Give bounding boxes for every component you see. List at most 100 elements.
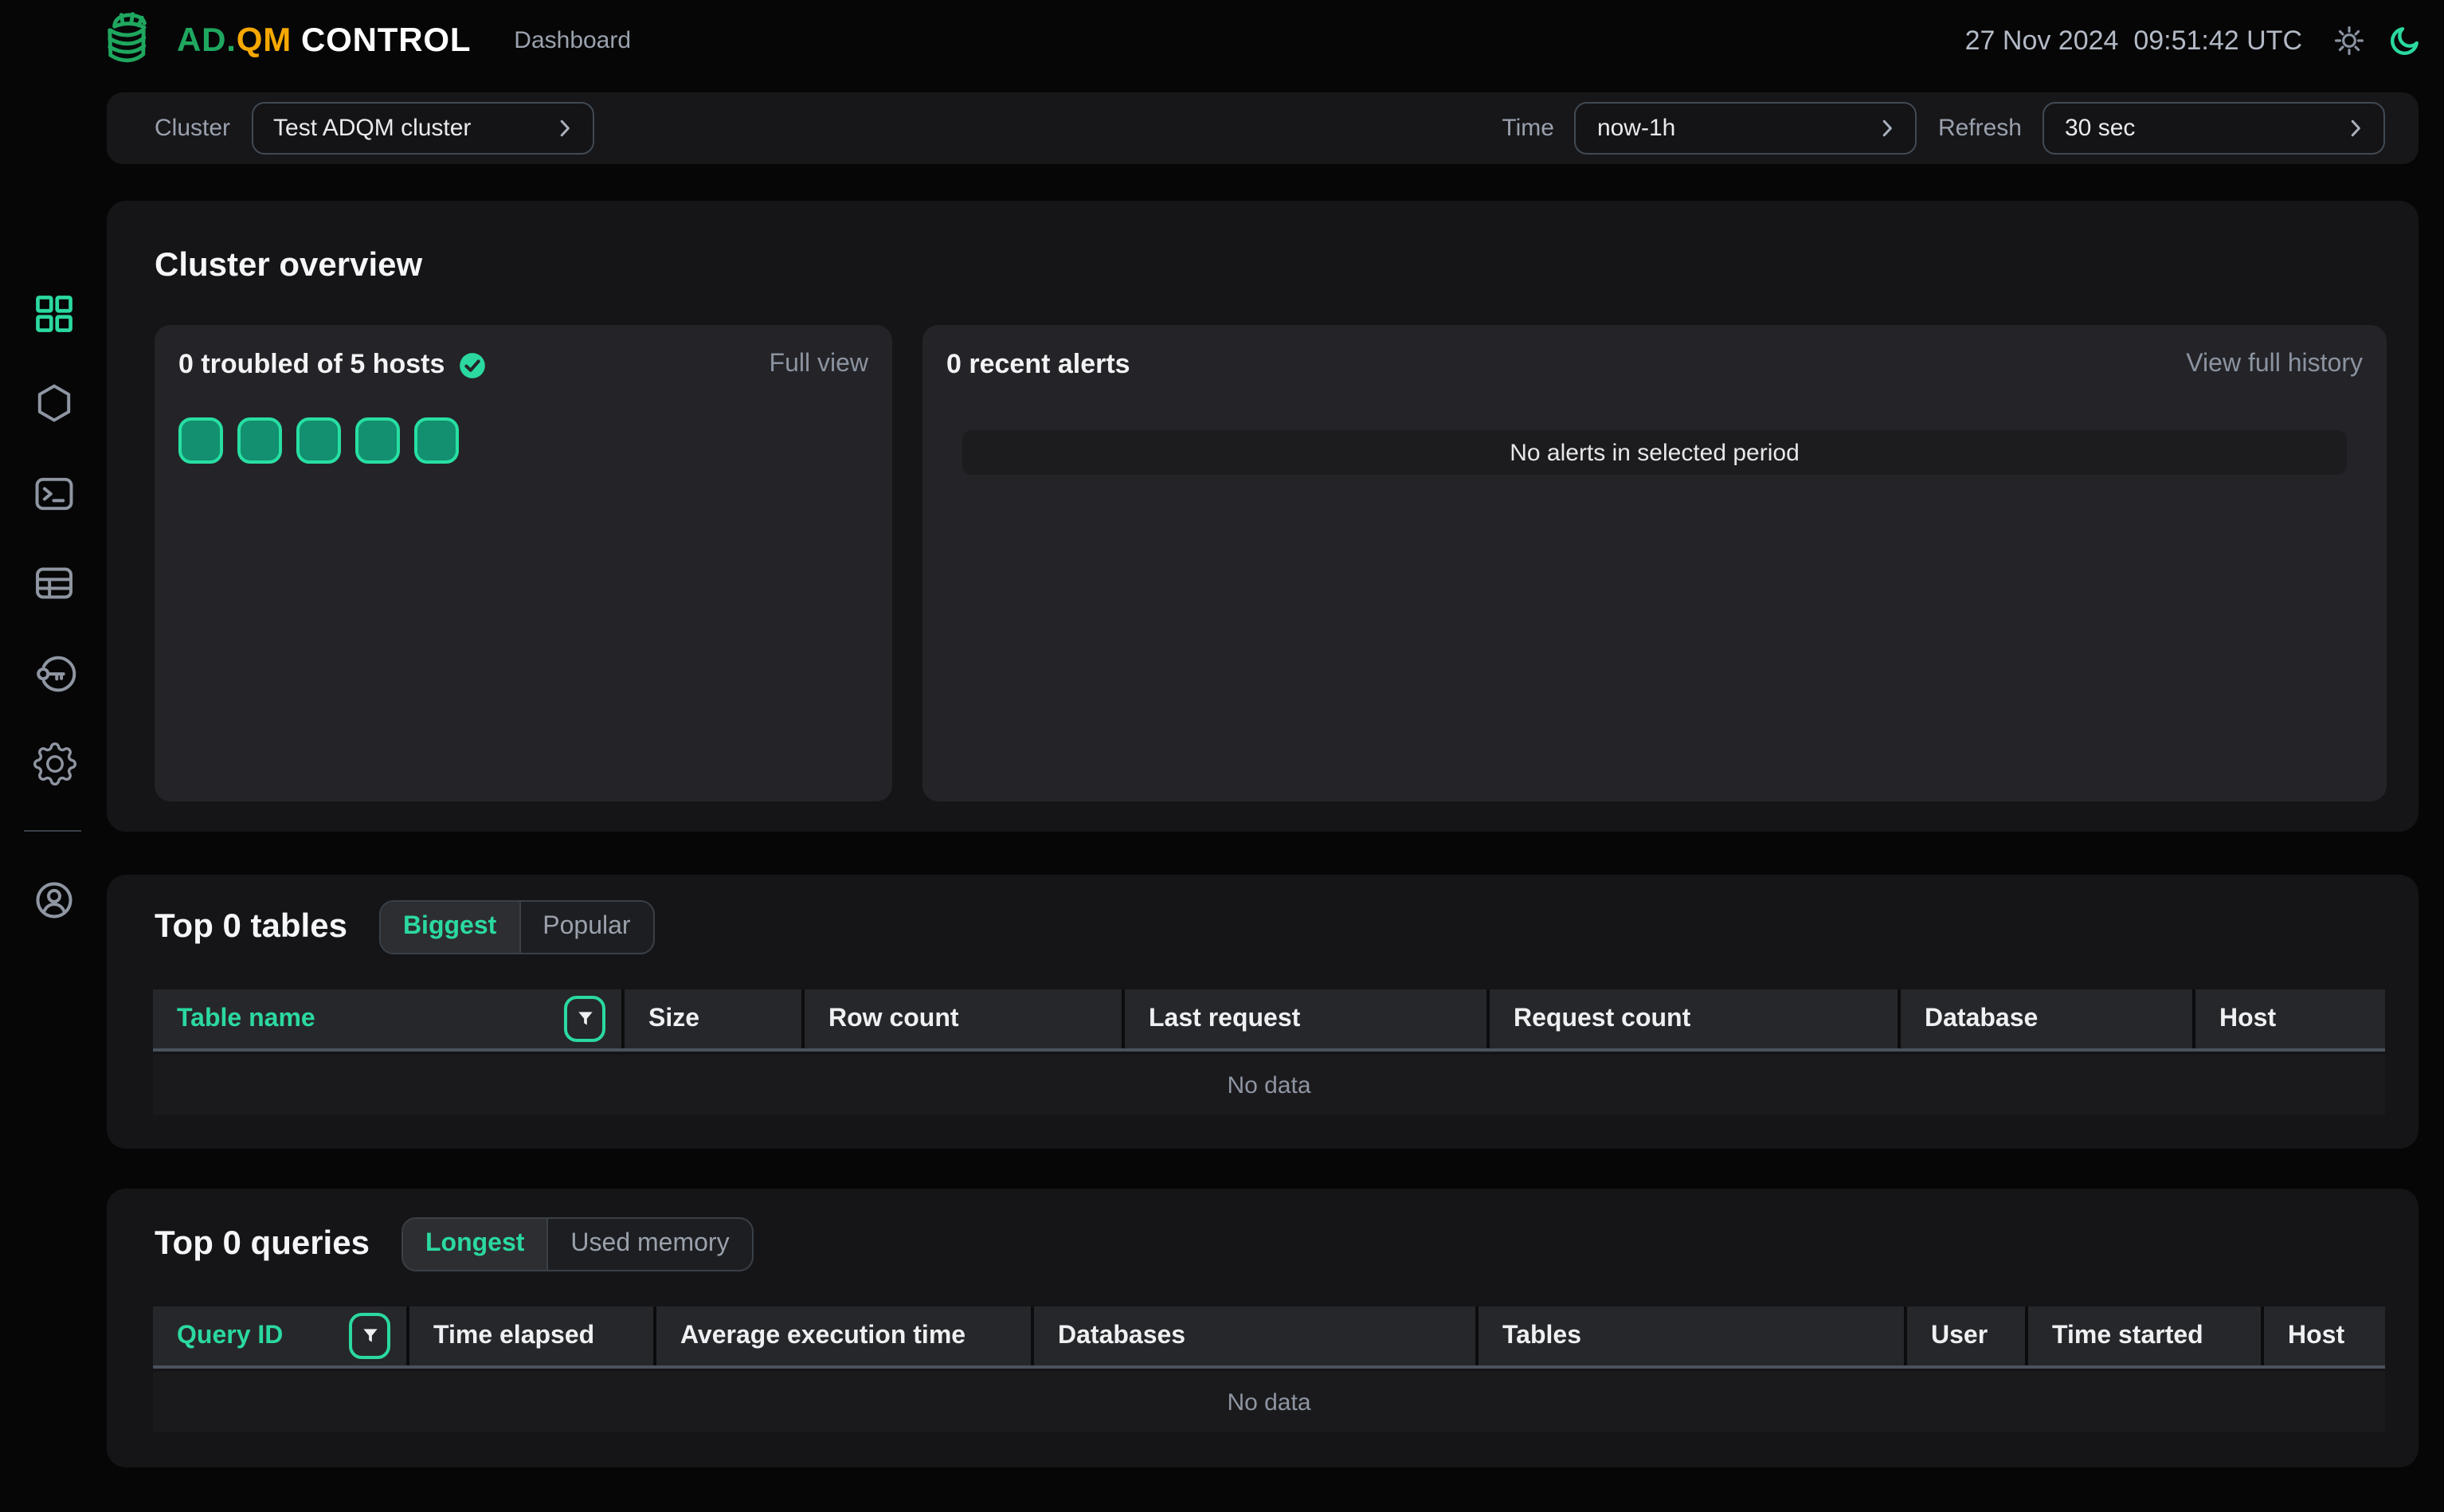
host-status-square[interactable] [237,417,282,464]
host-status-square[interactable] [414,417,459,464]
dark-theme-moon-icon[interactable] [2387,23,2422,58]
queries-mode-toggle: LongestUsed memory [401,1217,754,1271]
column-header-size[interactable]: Size [625,989,805,1048]
hosts-card-title: 0 troubled of 5 hosts [178,349,488,381]
key-icon [32,652,76,696]
refresh-interval-value: 30 sec [2065,115,2135,142]
cluster-label: Cluster [155,115,230,142]
table-icon [32,561,76,605]
brand-wordmark: AD.QMCONTROL [177,22,471,60]
filter-funnel-icon[interactable] [349,1313,390,1359]
chevron-right-icon [1876,116,1900,140]
no-alerts-message: No alerts in selected period [962,430,2347,475]
time-range-select[interactable]: now-1h [1575,102,1917,155]
toggle-option-biggest[interactable]: Biggest [381,902,520,953]
hexagon-icon [32,381,76,425]
time-label: Time [1502,115,1554,142]
column-header-tables[interactable]: Tables [1479,1306,1907,1365]
cluster-select-value: Test ADQM cluster [273,115,471,142]
brand-ad: AD. [177,22,237,58]
sidebar-item-access-keys[interactable] [22,642,86,706]
sidebar-item-account[interactable] [22,868,86,932]
queries-header-row: Query ID Time elapsed Average execution ti… [153,1306,2385,1369]
alerts-card-head: 0 recent alerts View full history [946,347,2363,382]
column-header-user[interactable]: User [1907,1306,2028,1365]
brand-qm: QM [237,22,292,58]
column-label: Request count [1514,1005,1690,1033]
user-icon [32,878,76,922]
column-label: Time elapsed [433,1322,594,1350]
column-header-average-execution-time[interactable]: Average execution time [656,1306,1034,1365]
alerts-card-title: 0 recent alerts [946,349,1130,381]
cluster-select[interactable]: Test ADQM cluster [251,102,593,155]
recent-alerts-card: 0 recent alerts View full history No ale… [922,325,2387,801]
brand-logo[interactable]: AD.QMCONTROL [102,11,471,70]
top-tables-head: Top 0 tables BiggestPopular [155,900,655,954]
check-circle-icon [457,350,488,380]
time-range-value: now-1h [1597,115,1675,142]
column-header-host[interactable]: Host [2264,1306,2385,1365]
hosts-card-head: 0 troubled of 5 hosts Full view [178,347,868,382]
app-root: AD.QMCONTROL Dashboard 27 Nov 2024 09:51… [0,0,2444,1512]
column-header-database[interactable]: Database [1901,989,2195,1048]
column-header-row-count[interactable]: Row count [805,989,1125,1048]
toggle-option-longest[interactable]: Longest [403,1219,548,1270]
top-queries-panel: Top 0 queries LongestUsed memory Query I… [107,1189,2419,1467]
column-label: Query ID [177,1322,283,1350]
sidebar-item-tables[interactable] [22,551,86,615]
host-status-square[interactable] [355,417,400,464]
chevron-right-icon [552,116,576,140]
column-header-time-elapsed[interactable]: Time elapsed [409,1306,656,1365]
view-full-history-link[interactable]: View full history [2186,351,2363,379]
column-header-table-name[interactable]: Table name [153,989,625,1048]
toggle-option-popular[interactable]: Popular [520,902,652,953]
top-tables-title: Top 0 tables [155,908,347,946]
cluster-overview-panel: Cluster overview 0 troubled of 5 hosts F… [107,201,2419,832]
chevron-right-icon [2344,116,2368,140]
column-header-last-request[interactable]: Last request [1125,989,1490,1048]
light-theme-sun-icon[interactable] [2332,24,2366,57]
adqm-logo-icon [102,11,166,70]
column-header-request-count[interactable]: Request count [1490,989,1901,1048]
tables-mode-toggle: BiggestPopular [379,900,655,954]
column-label: Tables [1502,1322,1581,1350]
filter-bar: Cluster Test ADQM cluster Time now-1h Re… [107,92,2419,164]
column-label: User [1931,1322,1988,1350]
sidebar [0,81,107,1512]
top-header: AD.QMCONTROL Dashboard 27 Nov 2024 09:51… [0,0,2444,81]
sidebar-item-cluster[interactable] [22,371,86,435]
column-label: Size [648,1005,699,1033]
brand-control: CONTROL [301,22,471,58]
alerts-card-title-text: 0 recent alerts [946,349,1130,381]
nav-dashboard[interactable]: Dashboard [514,27,631,54]
full-view-link[interactable]: Full view [770,351,868,379]
column-header-query-id[interactable]: Query ID [153,1306,409,1365]
column-label: Last request [1149,1005,1300,1033]
host-status-square[interactable] [178,417,223,464]
toggle-option-used-memory[interactable]: Used memory [548,1219,751,1270]
host-status-square[interactable] [296,417,341,464]
hosts-card-title-text: 0 troubled of 5 hosts [178,349,445,381]
sidebar-divider [24,830,81,832]
refresh-label: Refresh [1938,115,2022,142]
cluster-overview-title: Cluster overview [155,247,422,285]
column-header-databases[interactable]: Databases [1034,1306,1479,1365]
dashboard-grid-icon [32,292,76,336]
sidebar-item-settings[interactable] [22,731,86,795]
column-header-time-started[interactable]: Time started [2028,1306,2264,1365]
column-label: Database [1925,1005,2038,1033]
column-label: Table name [177,1005,315,1033]
column-label: Time started [2052,1322,2203,1350]
top-queries-head: Top 0 queries LongestUsed memory [155,1217,754,1271]
top-queries-title: Top 0 queries [155,1225,370,1263]
filter-funnel-icon[interactable] [564,996,605,1042]
refresh-interval-select[interactable]: 30 sec [2043,102,2385,155]
sidebar-item-queries[interactable] [22,462,86,526]
column-header-host[interactable]: Host [2195,989,2385,1048]
header-right: 27 Nov 2024 09:51:42 UTC [1965,23,2422,58]
current-datetime: 27 Nov 2024 09:51:42 UTC [1965,25,2302,57]
gear-icon [33,742,76,785]
sidebar-item-dashboard[interactable] [22,282,86,346]
host-squares-row [178,417,459,464]
column-label: Average execution time [680,1322,965,1350]
